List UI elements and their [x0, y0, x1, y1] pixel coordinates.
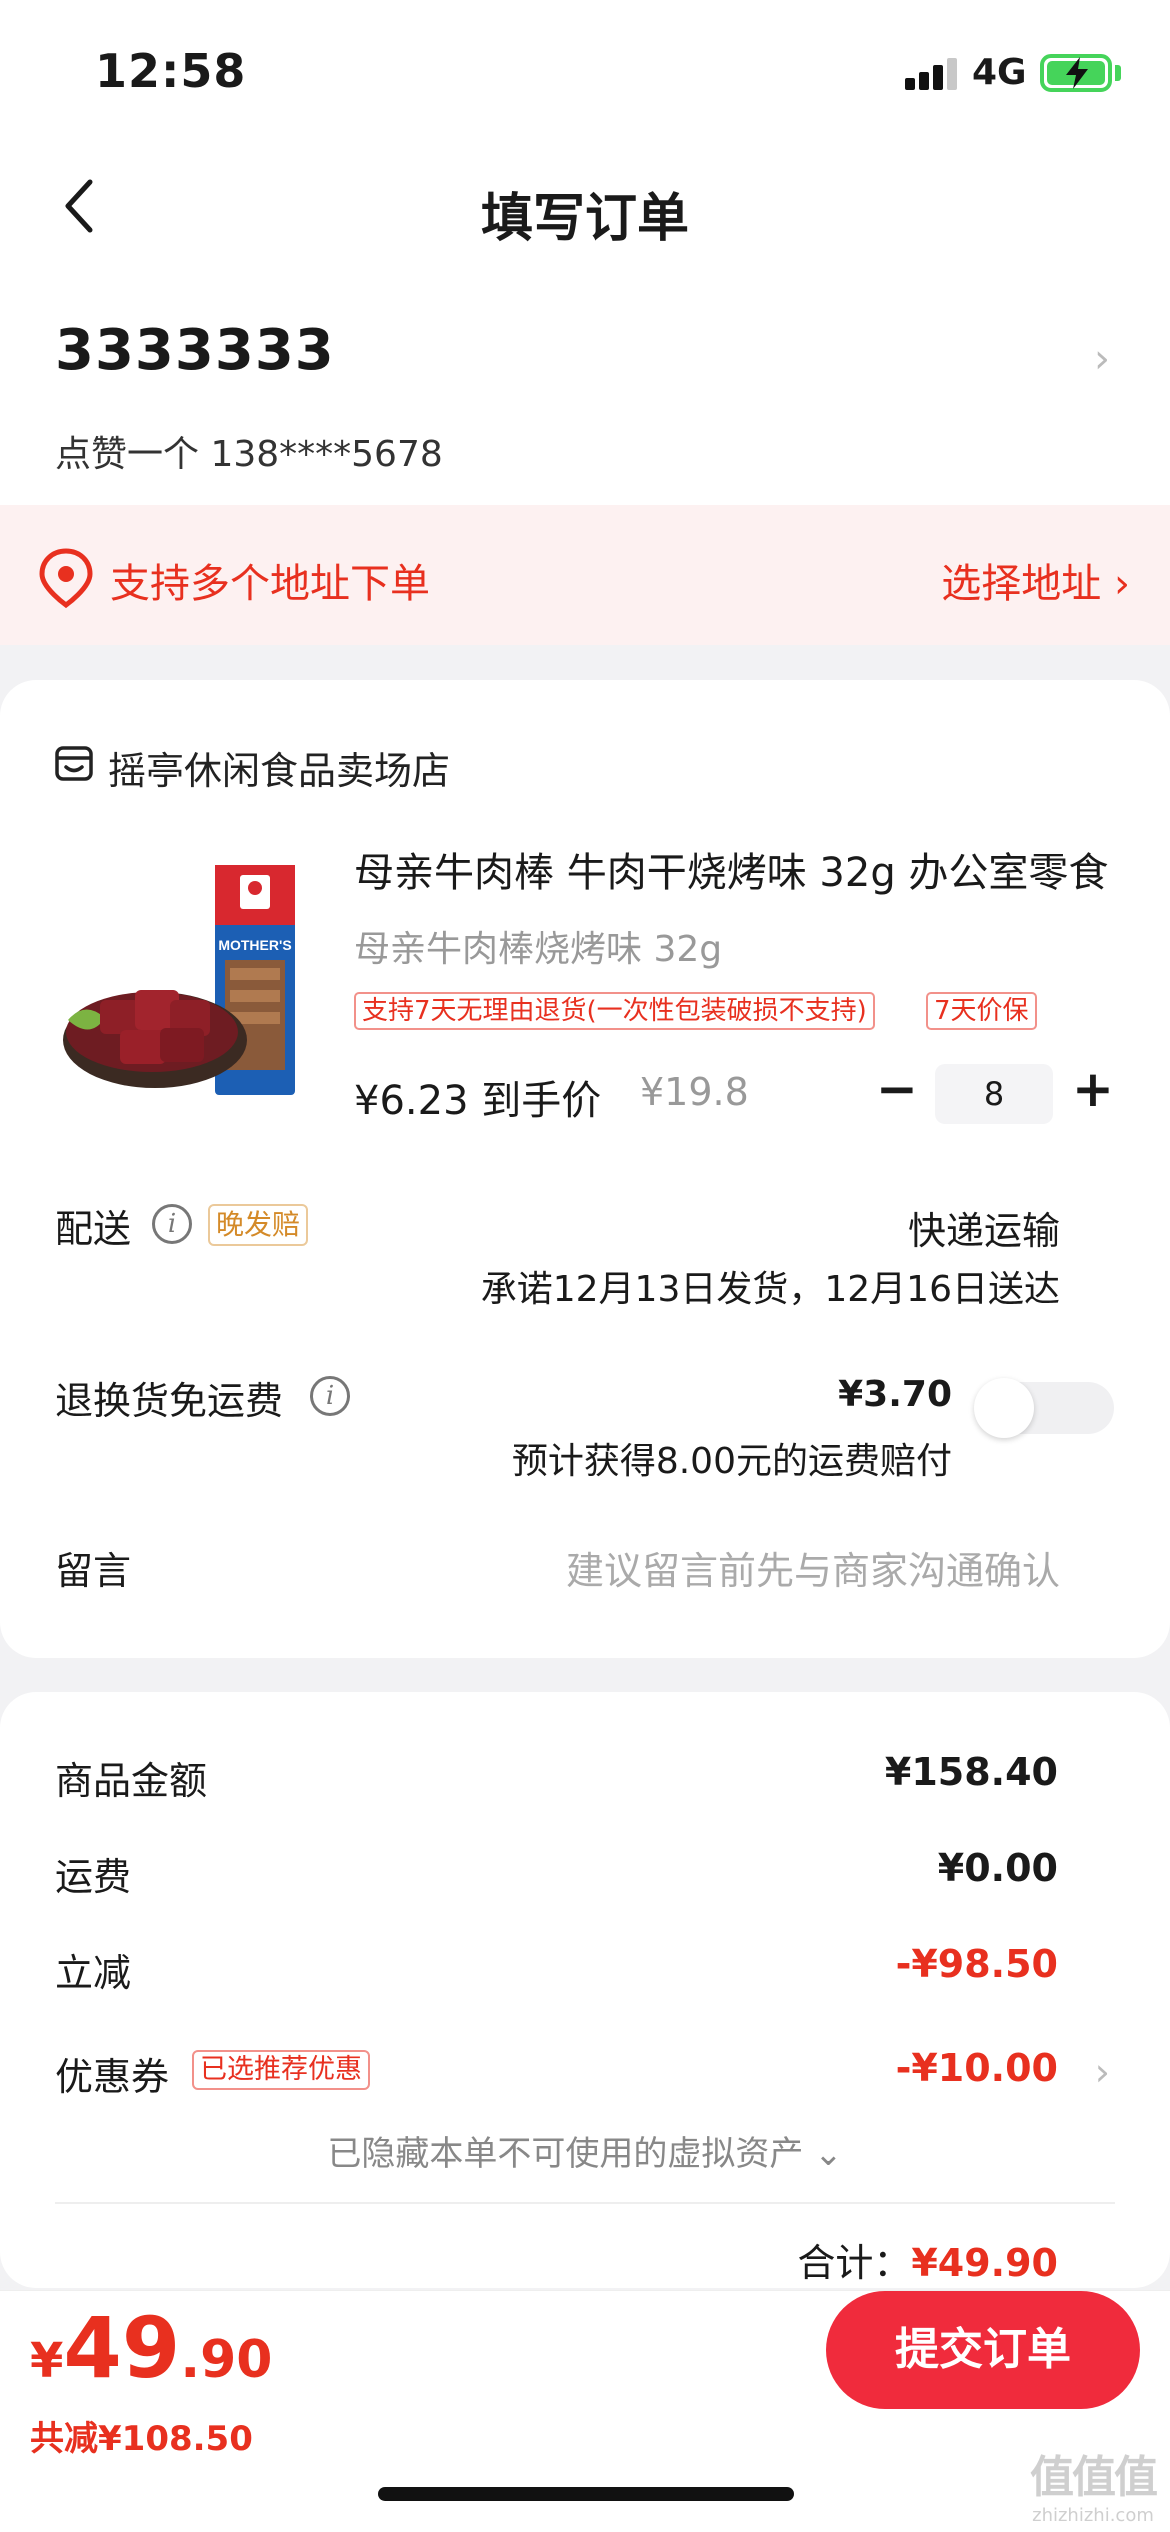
- shop-card: 摇亭休闲食品卖场店 MOTHER'S 母亲牛肉棒 牛肉干烧烤味 32g 办公室零…: [0, 680, 1170, 1658]
- original-price: ¥19.8: [640, 1070, 749, 1114]
- multi-address-banner[interactable]: 支持多个地址下单 选择地址 ›: [0, 505, 1170, 645]
- location-pin-icon: [39, 548, 93, 609]
- freight-insurance-note: 预计获得8.00元的运费赔付: [511, 1441, 952, 1482]
- page-title: 填写订单: [480, 189, 689, 249]
- coupon-badge: 已选推荐优惠: [192, 2050, 370, 2090]
- product-image[interactable]: MOTHER'S: [60, 850, 310, 1100]
- address-section[interactable]: 3333333 点赞一个 138****5678 ›: [0, 270, 1170, 505]
- total-label: 合计：: [797, 2241, 912, 2285]
- chevron-right-icon: ›: [1094, 336, 1110, 382]
- pay-int: 49: [63, 2299, 181, 2397]
- status-bar: 12:58 4G: [0, 0, 1170, 140]
- freight-insurance-price: ¥3.70: [838, 1374, 952, 1415]
- freight-info-icon[interactable]: i: [310, 1376, 350, 1416]
- watermark-logo-text: 值值值: [1030, 2452, 1158, 2503]
- pay-amount: ¥49.90: [30, 2299, 272, 2397]
- final-price: ¥6.23 到手价: [354, 1078, 602, 1124]
- multi-address-text: 支持多个地址下单: [110, 561, 430, 607]
- submit-order-button[interactable]: 提交订单: [826, 2291, 1140, 2409]
- network-type: 4G: [972, 52, 1027, 93]
- pay-dec: .90: [180, 2330, 273, 2390]
- total-saved: 共减¥108.50: [30, 2419, 253, 2459]
- signal-icon: [905, 58, 959, 90]
- nav-bar: 填写订单: [0, 140, 1170, 270]
- goods-amount-value: ¥158.40: [884, 1750, 1058, 1794]
- shipping-label: 运费: [55, 1855, 132, 1899]
- charging-bolt-icon: [1066, 57, 1088, 89]
- watermark-site: zhizhizhi.com: [1032, 2505, 1154, 2526]
- status-time: 12:58: [95, 44, 247, 98]
- home-indicator[interactable]: [378, 2487, 794, 2501]
- address-contact: 点赞一个 138****5678: [55, 434, 443, 475]
- price-protect-tag: 7天价保: [926, 992, 1037, 1030]
- total-value: ¥49.90: [911, 2241, 1058, 2285]
- shop-icon: [55, 746, 93, 781]
- product-spec[interactable]: 母亲牛肉棒烧烤味 32g: [354, 920, 722, 972]
- freight-insurance-toggle[interactable]: [974, 1378, 1114, 1438]
- chevron-right-icon[interactable]: ›: [1095, 2050, 1110, 2094]
- bottom-bar: ¥49.90 共减¥108.50 提交订单 值值值 zhizhizhi.com: [0, 2290, 1170, 2532]
- goods-amount-label: 商品金额: [55, 1759, 208, 1803]
- quantity-increase-button[interactable]: +: [1068, 1064, 1118, 1116]
- quantity-decrease-button[interactable]: −: [872, 1064, 922, 1116]
- message-input[interactable]: 建议留言前先与商家沟通确认: [566, 1540, 1060, 1595]
- select-address-link[interactable]: 选择地址 ›: [941, 551, 1130, 609]
- hidden-assets-toggle[interactable]: 已隐藏本单不可使用的虚拟资产 ⌄: [0, 2126, 1170, 2175]
- return-policy-tag: 支持7天无理由退货(一次性包装破损不支持): [354, 992, 875, 1030]
- product-title[interactable]: 母亲牛肉棒 牛肉干烧烤味 32g 办公室零食: [354, 840, 1114, 898]
- order-total: 合计：¥49.90: [797, 2232, 1058, 2287]
- shop-name[interactable]: 摇亭休闲食品卖场店: [108, 740, 450, 795]
- delivery-promise: 承诺12月13日发货，12月16日送达: [480, 1269, 1060, 1310]
- address-line: 3333333: [55, 318, 335, 383]
- pay-yen: ¥: [30, 2333, 64, 2389]
- message-label: 留言: [55, 1549, 132, 1593]
- late-ship-badge: 晚发赔: [208, 1204, 309, 1246]
- delivery-info-icon[interactable]: i: [152, 1204, 192, 1244]
- svg-text:MOTHER'S: MOTHER'S: [218, 937, 291, 953]
- discount-value: -¥98.50: [895, 1942, 1058, 1986]
- fee-summary-card: 商品金额 ¥158.40 运费 ¥0.00 立减 -¥98.50 优惠券 已选推…: [0, 1692, 1170, 2288]
- watermark-logo: 值值值 zhizhizhi.com: [1018, 2441, 1168, 2529]
- coupon-label[interactable]: 优惠券: [55, 2046, 169, 2101]
- delivery-type: 快递运输: [907, 1209, 1060, 1253]
- coupon-value[interactable]: -¥10.00: [896, 2046, 1058, 2090]
- freight-insurance-label: 退换货免运费: [55, 1379, 284, 1423]
- discount-label: 立减: [55, 1951, 132, 1995]
- quantity-input[interactable]: 8: [935, 1064, 1053, 1124]
- delivery-label: 配送: [55, 1207, 132, 1251]
- divider: [55, 2202, 1115, 2204]
- battery-cap: [1115, 65, 1121, 81]
- shipping-value: ¥0.00: [937, 1846, 1058, 1890]
